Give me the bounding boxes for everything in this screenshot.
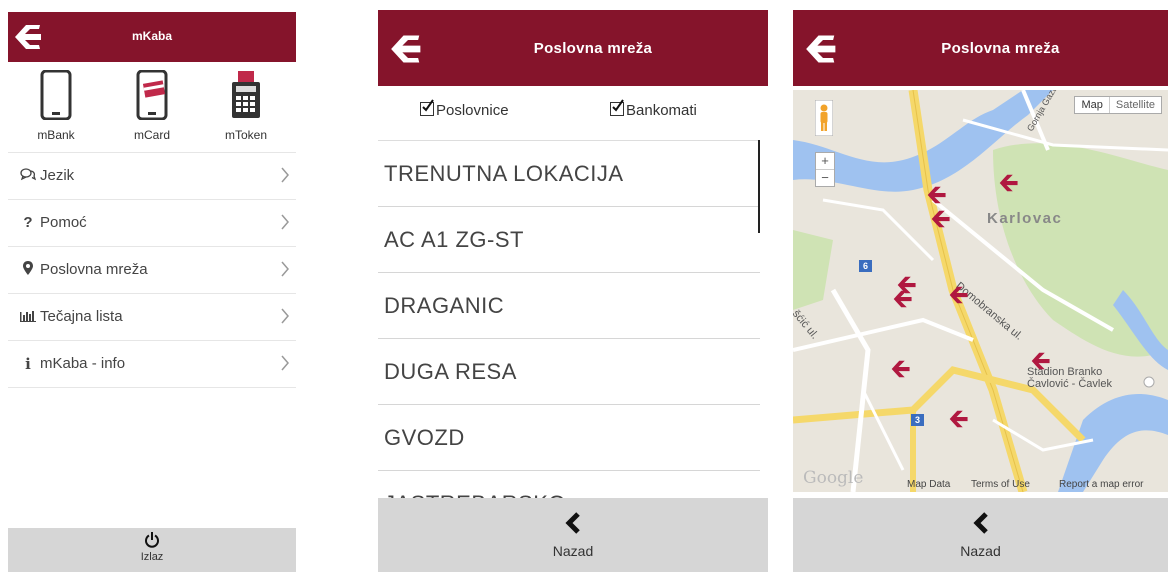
location-name: GVOZD — [384, 425, 465, 450]
footer-bar: Nazad — [378, 498, 768, 572]
map-type-map-button[interactable]: Map — [1075, 97, 1108, 113]
chevron-right-icon — [281, 308, 289, 324]
menu-item-language[interactable]: Jezik — [8, 152, 296, 199]
page-title: Poslovna mreža — [533, 40, 653, 57]
terms-of-use-link[interactable]: Terms of Use — [971, 479, 1030, 490]
menu-item-label: Pomoć — [40, 214, 87, 231]
menu-item-label: Jezik — [40, 167, 75, 184]
menu-item-label: mKaba - info — [40, 355, 126, 372]
exit-label: Izlaz — [140, 551, 164, 563]
branch-pin-icon[interactable] — [893, 290, 915, 308]
list-item[interactable]: TRENUTNA LOKACIJA — [378, 141, 760, 207]
location-list: TRENUTNA LOKACIJA AC A1 ZG-ST DRAGANIC D… — [378, 140, 760, 499]
zoom-out-button[interactable]: − — [816, 169, 834, 186]
scrollbar[interactable] — [758, 140, 760, 233]
language-icon — [18, 166, 38, 186]
mtoken-button[interactable]: mToken — [214, 70, 278, 142]
branch-pin-icon[interactable] — [999, 174, 1021, 192]
menu-item-business-network[interactable]: Poslovna mreža — [8, 246, 296, 293]
zoom-in-button[interactable]: + — [816, 153, 834, 169]
mtoken-label: mToken — [224, 128, 268, 142]
report-map-error-link[interactable]: Report a map error — [1059, 479, 1143, 490]
location-name: AC A1 ZG-ST — [384, 227, 524, 252]
back-label: Nazad — [960, 543, 1001, 559]
business-network-list-screen: Poslovna mreža Poslovnice Bankomati TREN… — [378, 0, 768, 572]
map-type-control: Map Satellite — [1074, 96, 1162, 114]
menu-item-label: Poslovna mreža — [40, 261, 148, 278]
branch-pin-icon[interactable] — [931, 210, 953, 228]
list-item[interactable]: DRAGANIC — [378, 273, 760, 339]
map-tiles — [793, 90, 1168, 492]
menu-item-help[interactable]: ? Pomoć — [8, 199, 296, 246]
atms-label: Bankomati — [626, 102, 697, 119]
branch-pin-icon[interactable] — [949, 410, 971, 428]
back-label: Nazad — [552, 543, 594, 559]
location-name: TRENUTNA LOKACIJA — [384, 161, 624, 186]
business-network-map-screen: Poslovna mreža Map Satellite + − Karlova… — [793, 0, 1168, 572]
chevron-right-icon — [281, 214, 289, 230]
location-name: DRAGANIC — [384, 293, 505, 318]
back-button[interactable]: Nazad — [378, 512, 768, 559]
location-pin-icon — [18, 260, 38, 280]
app-shortcuts: mBank mCard mToken — [8, 69, 296, 152]
road-number-badge: 3 — [911, 414, 924, 426]
header-bar: Poslovna mreža — [378, 10, 768, 86]
branch-pin-icon[interactable] — [949, 286, 971, 304]
chevron-left-icon — [565, 512, 580, 534]
chevron-right-icon — [281, 355, 289, 371]
list-item[interactable]: AC A1 ZG-ST — [378, 207, 760, 273]
zoom-control: + − — [815, 152, 835, 187]
street-view-pegman-icon[interactable] — [815, 100, 833, 136]
city-label: Karlovac — [987, 210, 1063, 227]
google-logo: Google — [803, 468, 864, 488]
bank-logo-icon — [15, 25, 41, 49]
list-item[interactable]: GVOZD — [378, 405, 760, 471]
map-view[interactable]: Map Satellite + − Karlovac Domobranska u… — [793, 90, 1168, 492]
settings-menu: Jezik ? Pomoć Poslovna mreža Tečajna lis… — [8, 152, 296, 388]
branch-pin-icon[interactable] — [927, 186, 949, 204]
bank-logo-icon — [391, 35, 421, 63]
mcard-button[interactable]: mCard — [120, 69, 184, 142]
main-menu-screen: mKaba mBank mCard mToken Jezik ? Pomoć P — [8, 0, 296, 572]
header-bar: Poslovna mreža — [793, 10, 1168, 86]
atms-checkbox[interactable]: Bankomati — [610, 99, 697, 119]
menu-item-info[interactable]: i mKaba - info — [8, 340, 296, 388]
power-icon — [145, 532, 159, 548]
branches-checkbox[interactable]: Poslovnice — [420, 99, 509, 119]
road-number-badge: 6 — [859, 260, 872, 272]
menu-item-label: Tečajna lista — [40, 308, 123, 325]
info-icon: i — [25, 355, 31, 373]
branches-label: Poslovnice — [436, 102, 509, 119]
footer-bar: Izlaz — [8, 528, 296, 572]
back-button[interactable]: Nazad — [793, 512, 1168, 559]
exit-button[interactable]: Izlaz — [8, 532, 296, 563]
mbank-button[interactable]: mBank — [24, 69, 88, 142]
menu-item-exchange-rates[interactable]: Tečajna lista — [8, 293, 296, 340]
header-bar: mKaba — [8, 12, 296, 62]
map-type-satellite-button[interactable]: Satellite — [1108, 97, 1161, 113]
list-item[interactable]: JASTREBARSKO — [378, 471, 760, 499]
phone-icon — [40, 69, 72, 121]
checkbox-checked-icon — [420, 99, 434, 116]
footer-bar: Nazad — [793, 498, 1168, 572]
page-title: Poslovna mreža — [941, 40, 1060, 57]
bank-logo-icon — [806, 35, 836, 63]
branch-pin-icon[interactable] — [1031, 352, 1053, 370]
filter-bar: Poslovnice Bankomati — [378, 99, 768, 134]
checkbox-checked-icon — [610, 99, 624, 116]
list-item[interactable]: DUGA RESA — [378, 339, 760, 405]
token-icon — [232, 71, 260, 118]
chevron-right-icon — [281, 167, 289, 183]
bar-chart-icon — [18, 307, 38, 327]
phone-card-icon — [136, 69, 168, 121]
app-title: mKaba — [131, 29, 172, 43]
branch-pin-icon[interactable] — [891, 360, 913, 378]
chevron-left-icon — [972, 512, 988, 534]
mcard-label: mCard — [133, 128, 170, 142]
mbank-label: mBank — [37, 128, 75, 142]
chevron-right-icon — [281, 261, 289, 277]
location-name: DUGA RESA — [384, 359, 517, 384]
help-icon: ? — [23, 214, 33, 231]
map-data-link[interactable]: Map Data — [907, 479, 950, 490]
